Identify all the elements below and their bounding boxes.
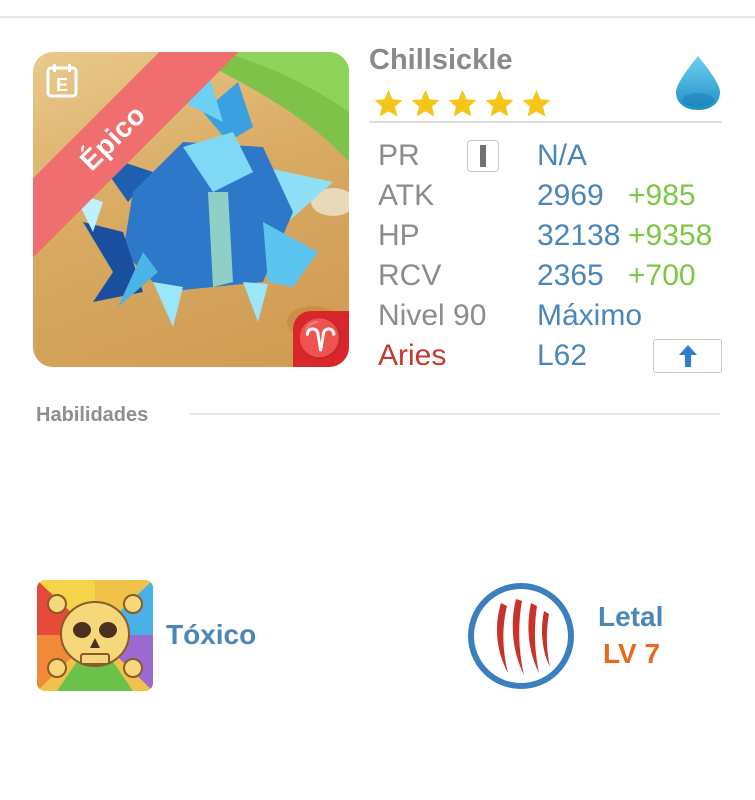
stat-label: PR (378, 139, 420, 172)
stat-bonus: +9358 (628, 219, 713, 252)
star-icon (485, 90, 514, 117)
trait-name[interactable]: Letal (598, 601, 663, 633)
stat-label: ATK (378, 179, 435, 212)
info-icon (468, 140, 498, 172)
aries-icon: ♈ (293, 311, 349, 367)
skull-icon[interactable] (37, 580, 153, 691)
section-divider (190, 413, 720, 415)
star-rating (372, 88, 553, 120)
star-icon (374, 90, 403, 117)
stat-value: N/A (537, 139, 588, 172)
stat-row-hp: HP 32138 +9358 (378, 219, 738, 259)
stat-row-rcv: RCV 2365 +700 (378, 259, 738, 299)
star-icon (411, 90, 440, 117)
trait-level: LV 7 (603, 638, 661, 669)
stat-value: 32138 (537, 219, 621, 252)
name-divider (369, 121, 722, 123)
stat-value: 2969 (537, 179, 604, 212)
section-title: Habilidades (36, 404, 149, 426)
top-divider (0, 16, 755, 18)
stat-value: 2365 (537, 259, 604, 292)
star-icon (448, 90, 477, 117)
stat-bonus: +985 (628, 179, 696, 212)
stat-value: Máximo (537, 299, 643, 332)
stat-row-level: Nivel 90 Máximo (378, 299, 738, 339)
claw-marks-icon[interactable] (466, 581, 576, 691)
creature-portrait[interactable]: Épico E ♈ (33, 52, 349, 367)
stat-value: L62 (537, 339, 588, 372)
stat-row-atk: ATK 2969 +985 (378, 179, 738, 219)
notebook-icon[interactable]: E (43, 62, 81, 100)
pr-info-button[interactable] (467, 140, 499, 172)
svg-text:E: E (56, 75, 68, 95)
stat-label: HP (378, 219, 420, 252)
stat-label: RCV (378, 259, 442, 292)
stat-bonus: +700 (628, 259, 696, 292)
arrow-up-icon (678, 345, 697, 367)
water-drop-icon (676, 56, 720, 110)
stat-label: Aries (378, 339, 447, 372)
skill-name[interactable]: Tóxico (166, 619, 256, 651)
creature-name: Chillsickle (369, 44, 513, 76)
star-icon (522, 90, 551, 117)
upgrade-button[interactable] (653, 339, 722, 373)
stat-row-pr: PR N/A (378, 139, 738, 179)
stat-label: Nivel 90 (378, 299, 487, 332)
